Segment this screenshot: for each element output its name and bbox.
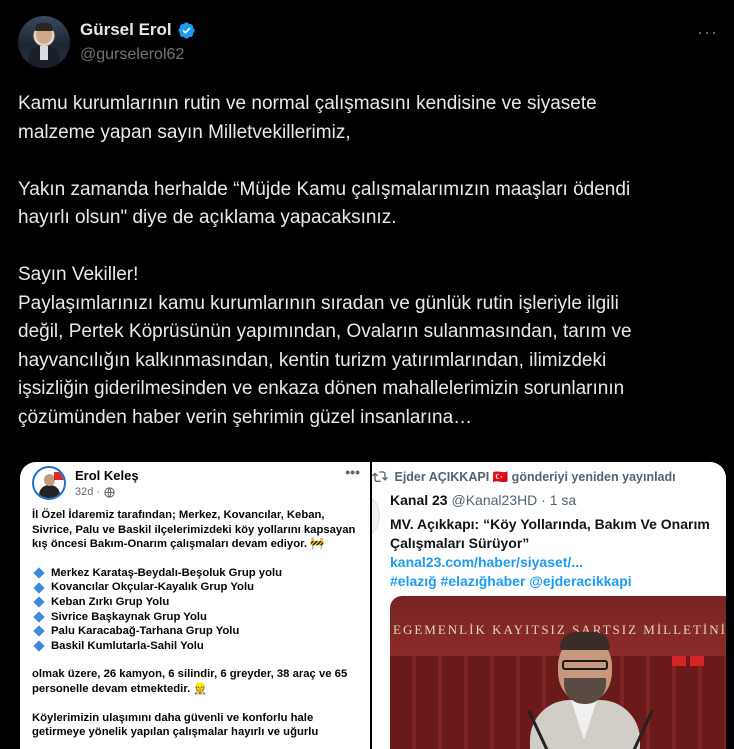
list-item: Kovancılar Okçular-Kayalık Grup Yolu	[32, 580, 362, 595]
channel-header: Kanal 23 @Kanal23HD · 1 sa	[390, 492, 576, 508]
glasses-icon	[562, 660, 608, 670]
list-item: Sivrice Başkaynak Grup Yolu	[32, 610, 362, 625]
post-closing: Köylerimizin ulaşımını daha güvenli ve k…	[32, 711, 319, 739]
globe-icon	[104, 486, 115, 498]
blue-diamond-icon	[33, 611, 45, 623]
news-title: MV. Açıkkapı: “Köy Yollarında, Bakım Ve …	[390, 516, 710, 551]
post-meta: 32d ·	[75, 486, 115, 498]
retweet-icon	[372, 471, 388, 482]
post-author-name: Erol Keleş	[75, 468, 139, 483]
author-name-row: Gürsel Erol	[80, 20, 196, 40]
list-item: Palu Karacabağ-Tarhana Grup Yolu	[32, 624, 362, 639]
blue-diamond-icon	[33, 625, 45, 638]
road-list: Merkez Karataş-Beydalı-Beşoluk Grup yolu…	[32, 566, 362, 654]
media-image-right[interactable]: Ejder AÇIKKAPI 🇹🇷 gönderiyi yeniden yayı…	[372, 462, 726, 749]
parliament-banner: EGEMENLİK KAYITSIZ ŞARTSIZ MİLLETİNİ	[393, 622, 726, 637]
flag-icon	[690, 656, 704, 666]
verified-badge-icon	[178, 21, 195, 39]
post-more-icon: •••	[345, 464, 360, 480]
blue-diamond-icon	[33, 596, 45, 608]
author-avatar[interactable]	[18, 16, 70, 68]
retweet-line: Ejder AÇIKKAPI 🇹🇷 gönderiyi yeniden yayı…	[372, 470, 676, 485]
author-display-name[interactable]: Gürsel Erol	[80, 20, 172, 40]
list-item: Keban Zırkı Grup Yolu	[32, 595, 362, 610]
news-hashtags: #elazığ #elazığhaber @ejderacikkapi	[390, 573, 632, 589]
post-body: İl Özel İdaremiz tarafından; Merkez, Kov…	[32, 508, 362, 749]
blue-diamond-icon	[33, 567, 45, 579]
more-options-icon[interactable]: ···	[697, 22, 718, 43]
post-author-avatar	[32, 466, 66, 500]
list-item: Merkez Karataş-Beydalı-Beşoluk Grup yolu	[32, 566, 362, 581]
author-handle[interactable]: @gurselerol62	[80, 46, 184, 64]
news-photo: EGEMENLİK KAYITSIZ ŞARTSIZ MİLLETİNİ	[390, 596, 726, 749]
post-time: 32d ·	[75, 486, 101, 498]
channel-name: Kanal 23	[390, 492, 448, 508]
tweet-header: Gürsel Erol @gurselerol62 ···	[18, 16, 718, 74]
post-intro: İl Özel İdaremiz tarafından; Merkez, Kov…	[32, 509, 356, 551]
post-stats: olmak üzere, 26 kamyon, 6 silindir, 6 gr…	[32, 668, 348, 695]
news-link: kanal23.com/haber/siyaset/...	[390, 554, 583, 570]
retweet-text: Ejder AÇIKKAPI 🇹🇷 gönderiyi yeniden yayı…	[394, 470, 676, 484]
blue-diamond-icon	[33, 582, 45, 594]
list-item: Baskil Kumlutarla-Sahil Yolu	[32, 639, 362, 654]
channel-meta: @Kanal23HD · 1 sa	[451, 492, 577, 508]
tweet-text: Kamu kurumlarının rutin ve normal çalışm…	[18, 93, 632, 428]
flag-icon	[672, 656, 686, 666]
media-image-left[interactable]: Erol Keleş 32d · ••• İl Özel İdaremiz ta…	[20, 462, 370, 749]
blue-diamond-icon	[33, 640, 45, 652]
channel-avatar	[372, 498, 380, 534]
